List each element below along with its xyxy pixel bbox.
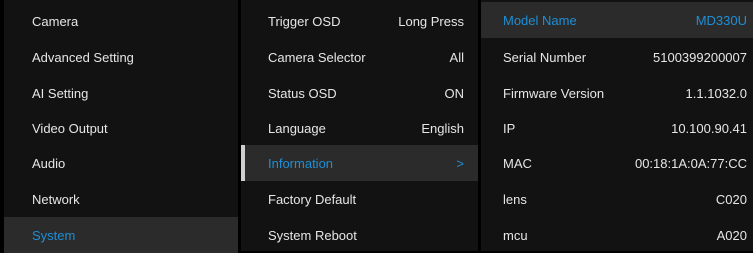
menu-item-label: Network (32, 191, 80, 207)
submenu-label: Information (268, 155, 334, 171)
selection-indicator (241, 145, 245, 181)
info-row-lens: lens C020 (481, 181, 753, 217)
submenu-status-osd[interactable]: Status OSD ON (241, 75, 478, 111)
info-value: 1.1.1032.0 (685, 85, 747, 101)
osd-menu: Camera Advanced Setting AI Setting Video… (0, 0, 753, 253)
submenu-value: English (421, 120, 464, 136)
menu-item-audio[interactable]: Audio (4, 145, 238, 181)
submenu-label: Trigger OSD (268, 13, 341, 29)
menu-item-ai-setting[interactable]: AI Setting (4, 75, 238, 111)
submenu-language[interactable]: Language English (241, 110, 478, 146)
information-panel: Model Name MD330U Serial Number 51003992… (481, 0, 753, 251)
menu-item-network[interactable]: Network (4, 181, 238, 217)
info-label: MAC (503, 155, 532, 171)
info-value: 5100399200007 (653, 49, 747, 65)
info-label: Model Name (503, 12, 577, 28)
info-value: 00:18:1A:0A:77:CC (634, 155, 747, 171)
info-value: MD330U (695, 12, 747, 28)
info-label: IP (503, 120, 516, 136)
info-row-model-name: Model Name MD330U (481, 2, 753, 38)
chevron-right-icon: > (456, 155, 464, 171)
info-row-serial-number: Serial Number 5100399200007 (481, 39, 753, 75)
info-label: lens (503, 191, 527, 207)
submenu-value: ON (444, 85, 465, 101)
menu-item-label: System (32, 227, 76, 243)
submenu-information[interactable]: Information > (241, 145, 478, 181)
info-label: mcu (503, 227, 528, 243)
menu-item-label: Video Output (32, 120, 108, 136)
submenu-value: Long Press (398, 13, 464, 29)
info-row-mac: MAC 00:18:1A:0A:77:CC (481, 145, 753, 181)
info-row-mcu: mcu A020 (481, 217, 753, 253)
info-value: A020 (716, 227, 747, 243)
submenu-label: Language (268, 120, 326, 136)
menu-item-label: AI Setting (32, 85, 89, 101)
submenu-label: Factory Default (268, 191, 357, 207)
submenu-system-reboot[interactable]: System Reboot (241, 217, 478, 253)
menu-item-label: Camera (32, 13, 79, 29)
system-submenu: Trigger OSD Long Press Camera Selector A… (241, 0, 478, 251)
submenu-label: System Reboot (268, 227, 357, 243)
menu-item-label: Audio (32, 155, 66, 171)
menu-item-camera[interactable]: Camera (4, 3, 238, 39)
info-label: Firmware Version (503, 85, 605, 101)
info-label: Serial Number (503, 49, 587, 65)
menu-item-advanced-setting[interactable]: Advanced Setting (4, 39, 238, 75)
submenu-camera-selector[interactable]: Camera Selector All (241, 39, 478, 75)
info-row-firmware-version: Firmware Version 1.1.1032.0 (481, 75, 753, 111)
info-value: C020 (715, 191, 747, 207)
main-menu: Camera Advanced Setting AI Setting Video… (4, 0, 238, 253)
info-row-ip: IP 10.100.90.41 (481, 110, 753, 146)
menu-item-system[interactable]: System (4, 217, 238, 253)
submenu-trigger-osd[interactable]: Trigger OSD Long Press (241, 3, 478, 39)
submenu-label: Camera Selector (268, 49, 366, 65)
menu-item-label: Advanced Setting (32, 49, 134, 65)
info-value: 10.100.90.41 (671, 120, 747, 136)
menu-item-video-output[interactable]: Video Output (4, 110, 238, 146)
submenu-value: All (449, 49, 464, 65)
submenu-factory-default[interactable]: Factory Default (241, 181, 478, 217)
submenu-label: Status OSD (268, 85, 337, 101)
